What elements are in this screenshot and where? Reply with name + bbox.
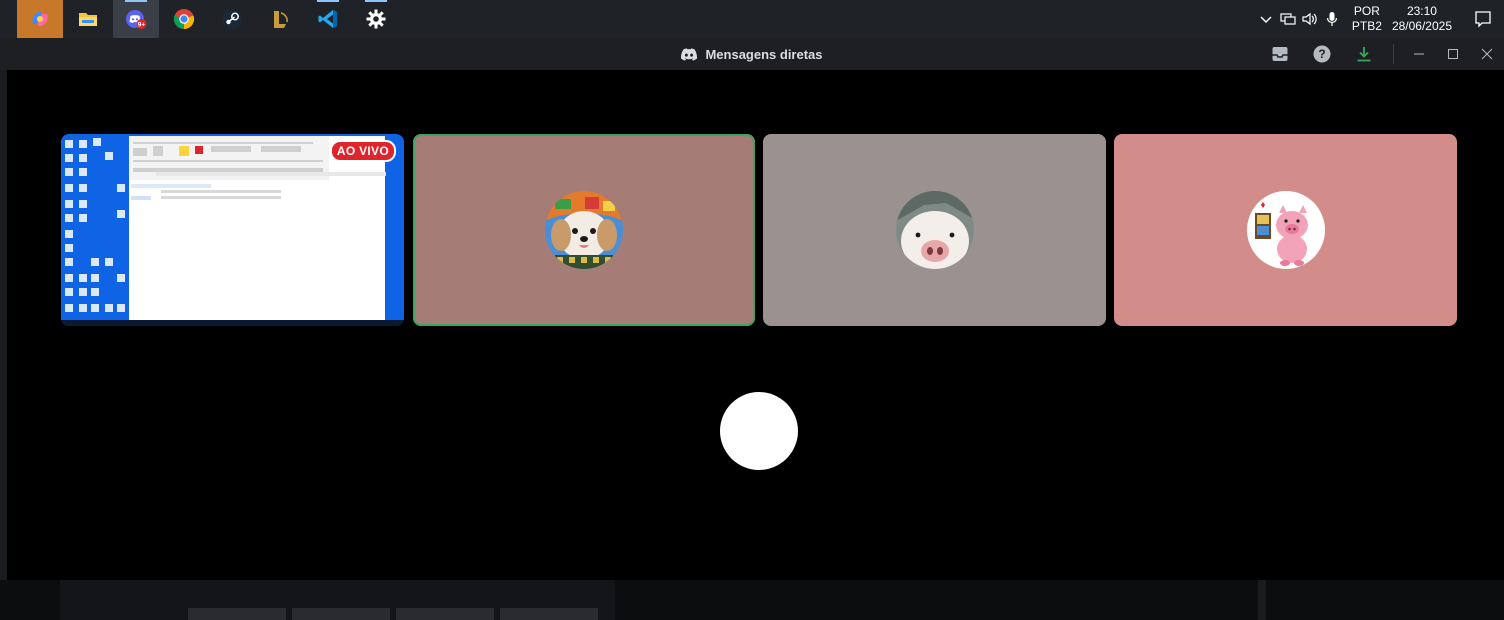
self-avatar[interactable] [720,392,798,470]
live-badge: AO VIVO [329,140,396,162]
vscode-app[interactable] [305,0,351,38]
close-icon [1481,48,1493,60]
download-button[interactable] [1343,38,1385,70]
running-indicator [125,0,147,2]
minimize-button[interactable] [1402,38,1436,70]
maximize-button[interactable] [1436,38,1470,70]
folder-icon [79,13,97,26]
screenshare-preview [61,134,404,326]
chevron-up-icon[interactable] [1256,9,1276,29]
gear-icon [366,9,386,29]
dog-avatar [545,191,623,269]
background-divider [1258,580,1266,620]
titlebar-divider [1393,44,1394,64]
maximize-icon [1448,49,1458,59]
clock-time: 23:10 [1406,4,1437,18]
copilot-app[interactable] [17,0,63,38]
chrome-app[interactable] [161,0,207,38]
running-indicator [365,0,387,2]
svg-text:?: ? [1318,47,1325,61]
league-icon [274,11,288,28]
steam-icon [222,9,242,29]
microphone-icon[interactable] [1322,9,1342,29]
league-app[interactable] [257,0,303,38]
pig-avatar [895,191,974,269]
help-button[interactable]: ? [1301,38,1343,70]
discord-badge: 9+ [138,21,146,28]
copilot-icon [32,12,48,26]
inbox-icon [1272,47,1288,61]
notifications-icon[interactable] [1468,10,1498,28]
close-button[interactable] [1470,38,1504,70]
download-icon [1357,47,1371,62]
discord-app[interactable]: 9+ [113,0,159,38]
windows-taskbar: 9+ POR PTB2 23:10 28/06/2025 [0,0,1504,38]
file-explorer-app[interactable] [65,0,111,38]
input-language[interactable]: POR PTB2 [1352,4,1382,34]
discord-icon: 9+ [126,10,147,29]
titlebar-actions: ? [1259,38,1504,70]
clock-date: 28/06/2025 [1391,19,1452,33]
background-thumbnails [188,608,598,620]
background-window [0,580,1504,620]
minimize-icon [1414,53,1424,55]
discord-logo-icon [681,47,698,61]
settings-app[interactable] [353,0,399,38]
keyboard-layout: PTB2 [1351,19,1382,33]
pig-cartoon-avatar [1246,191,1325,269]
help-icon: ? [1313,45,1331,63]
chrome-icon [173,9,195,30]
discord-titlebar: Mensagens diretas ? [0,38,1504,70]
window-title-text: Mensagens diretas [705,46,823,62]
screenshare-tile[interactable]: AO VIVO [61,134,404,326]
running-indicator [317,0,339,2]
volume-icon[interactable] [1300,9,1320,29]
participant-tile[interactable] [763,134,1106,326]
system-tray: POR PTB2 23:10 28/06/2025 [1256,0,1504,38]
vscode-icon [318,10,337,28]
network-icon[interactable] [1278,9,1298,29]
language-code: POR [1353,4,1380,18]
clock[interactable]: 23:10 28/06/2025 [1392,4,1452,34]
sidebar-edge [0,70,7,580]
participant-tile[interactable] [1114,134,1457,326]
inbox-button[interactable] [1259,38,1301,70]
participant-tile[interactable] [413,134,755,326]
steam-app[interactable] [209,0,255,38]
